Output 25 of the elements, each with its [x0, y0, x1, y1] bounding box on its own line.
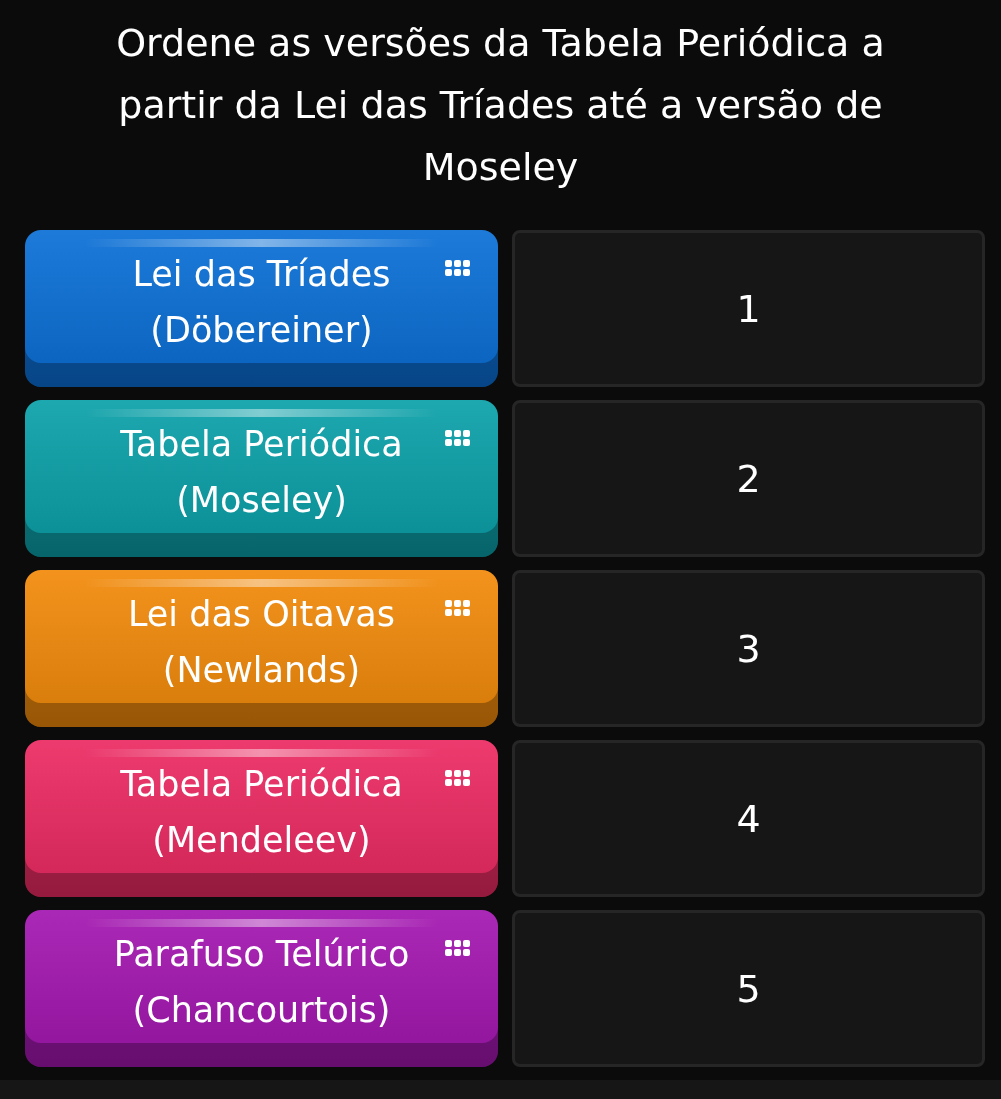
card-label: (Döbereiner)	[150, 308, 373, 352]
drag-handle-icon	[445, 600, 470, 617]
drop-slot[interactable]: 1	[512, 230, 985, 387]
card-label: (Newlands)	[162, 648, 361, 692]
card-label: Lei das Tríades	[132, 252, 391, 296]
card-label: Tabela Periódica	[120, 762, 403, 806]
draggable-card[interactable]: Tabela Periódica (Moseley)	[25, 400, 498, 557]
drop-slot[interactable]: 3	[512, 570, 985, 727]
draggable-card[interactable]: Lei das Tríades (Döbereiner)	[25, 230, 498, 387]
card-label: (Moseley)	[176, 478, 347, 522]
card-label: Parafuso Telúrico	[113, 932, 410, 976]
drag-handle-icon	[445, 770, 470, 787]
card-label: (Chancourtois)	[132, 988, 391, 1032]
drag-handle-icon	[445, 260, 470, 277]
drop-slot[interactable]: 5	[512, 910, 985, 1067]
card-label: Tabela Periódica	[120, 422, 403, 466]
drop-slot[interactable]: 2	[512, 400, 985, 557]
draggable-card[interactable]: Parafuso Telúrico (Chancourtois)	[25, 910, 498, 1067]
card-label: Lei das Oitavas	[127, 592, 396, 636]
card-label: (Mendeleev)	[152, 818, 371, 862]
drag-handle-icon	[445, 940, 470, 957]
question-title: Ordene as versões da Tabela Periódica a partir da Lei das Tríades até a versão de Moseley	[115, 20, 886, 191]
draggable-card[interactable]: Tabela Periódica (Mendeleev)	[25, 740, 498, 897]
drag-handle-icon	[445, 430, 470, 447]
drop-slot[interactable]: 4	[512, 740, 985, 897]
